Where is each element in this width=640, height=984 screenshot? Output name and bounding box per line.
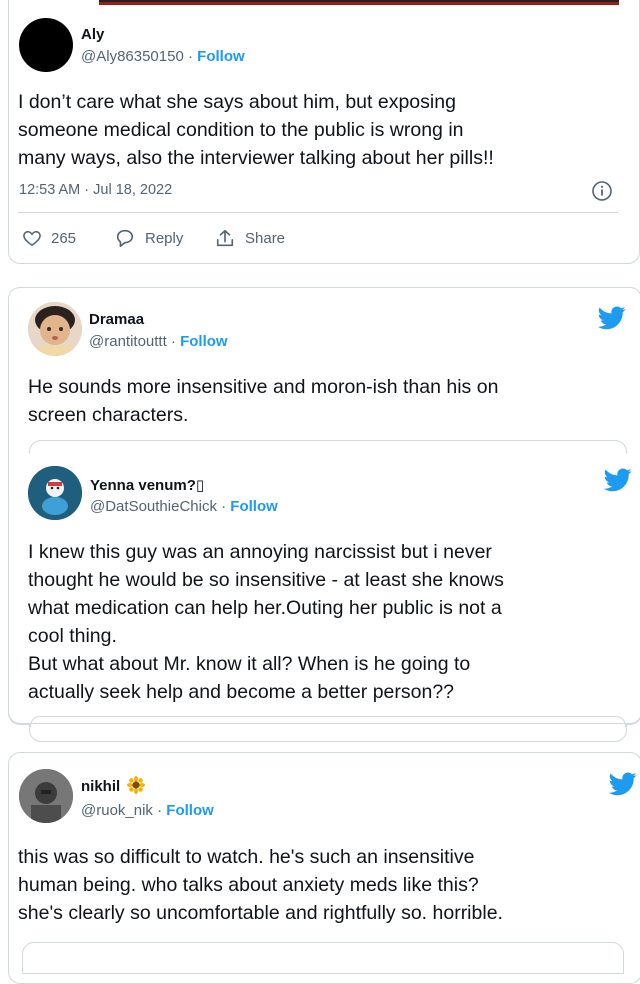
divider	[18, 212, 618, 213]
tweet-text-line: I knew this guy was an annoying narcissi…	[28, 541, 492, 563]
avatar[interactable]	[28, 466, 82, 520]
tweet-text: this was so difficult to watch. he's suc…	[18, 843, 503, 927]
heart-icon	[22, 228, 42, 248]
reply-button[interactable]: Reply	[114, 228, 183, 248]
like-button[interactable]: 265	[22, 228, 76, 248]
tweet-text: He sounds more insensitive and moron-ish…	[28, 373, 498, 429]
twitter-bird-icon[interactable]	[597, 306, 626, 330]
tweet-text-line: human being. who talks about anxiety med…	[18, 874, 479, 896]
author-handle-line: @ruok_nik · Follow	[81, 802, 214, 819]
media-preview[interactable]	[99, 0, 619, 5]
follow-button[interactable]: Follow	[197, 48, 245, 65]
avatar[interactable]	[19, 769, 73, 823]
tweet-text-line: But what about Mr. know it all? When is …	[28, 653, 471, 675]
author-handle-line: @DatSouthieChick · Follow	[90, 498, 278, 515]
author-handle[interactable]: @Aly86350150	[81, 48, 184, 65]
author-name[interactable]: Yenna venum?▯	[90, 476, 204, 494]
tweet-text-line: cool thing.	[28, 625, 117, 647]
info-icon[interactable]	[591, 180, 613, 207]
follow-button[interactable]: Follow	[166, 802, 214, 819]
author-handle[interactable]: @DatSouthieChick	[90, 498, 217, 515]
avatar[interactable]	[19, 18, 73, 72]
timestamp[interactable]: 12:53 AM · Jul 18, 2022	[19, 182, 172, 198]
share-button[interactable]: Share	[214, 228, 285, 248]
sunflower-emoji	[127, 776, 146, 794]
separator: ·	[216, 498, 231, 515]
tweet-text-line: someone medical condition to the public …	[18, 119, 464, 141]
tweet-text-line: what medication can help her.Outing her …	[28, 597, 502, 619]
author-name[interactable]: Dramaa	[89, 311, 144, 328]
avatar[interactable]	[28, 302, 82, 356]
tweet-text-line: screen characters.	[28, 404, 189, 426]
follow-button[interactable]: Follow	[230, 498, 278, 515]
share-label: Share	[245, 229, 286, 247]
separator: ·	[183, 48, 198, 65]
tweet-text: I don’t care what she says about him, bu…	[18, 88, 494, 172]
author-name-text: nikhil	[81, 778, 121, 795]
follow-button[interactable]: Follow	[180, 333, 228, 350]
tweet-text-line: this was so difficult to watch. he's suc…	[18, 846, 475, 868]
separator: ·	[166, 333, 181, 350]
nested-card-edge	[30, 716, 626, 727]
separator: ·	[152, 802, 167, 819]
tweet-text-line: I don’t care what she says about him, bu…	[18, 91, 456, 113]
twitter-bird-icon[interactable]	[608, 772, 637, 796]
share-icon	[214, 228, 236, 248]
tweet-text-line: she's clearly so uncomfortable and right…	[18, 902, 503, 924]
author-name[interactable]: Aly	[81, 26, 104, 43]
tweet-text: I knew this guy was an annoying narcissi…	[28, 538, 504, 706]
like-count: 265	[51, 229, 77, 247]
reply-icon	[114, 228, 136, 248]
author-handle-line: @rantitouttt · Follow	[89, 333, 228, 350]
reply-label: Reply	[145, 229, 184, 247]
tweet-text-line: thought he would be so insensitive - at …	[28, 569, 504, 591]
tweet-text-line: actually seek help and become a better p…	[28, 681, 455, 703]
quoted-card-edge	[22, 942, 624, 974]
author-handle[interactable]: @ruok_nik	[81, 802, 153, 819]
author-handle[interactable]: @rantitouttt	[89, 333, 167, 350]
tweet-text-line: He sounds more insensitive and moron-ish…	[28, 376, 499, 398]
author-name[interactable]: nikhil	[81, 776, 146, 795]
twitter-bird-icon[interactable]	[603, 468, 632, 492]
tweet-text-line: many ways, also the interviewer talking …	[18, 147, 494, 169]
author-handle-line: @Aly86350150 · Follow	[81, 48, 245, 65]
